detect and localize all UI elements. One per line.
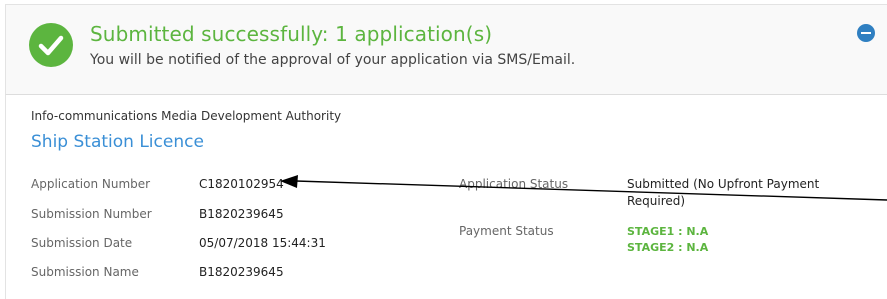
arrow-head: [280, 175, 298, 188]
annotation-arrow: [280, 175, 887, 201]
arrow-line: [295, 180, 887, 201]
